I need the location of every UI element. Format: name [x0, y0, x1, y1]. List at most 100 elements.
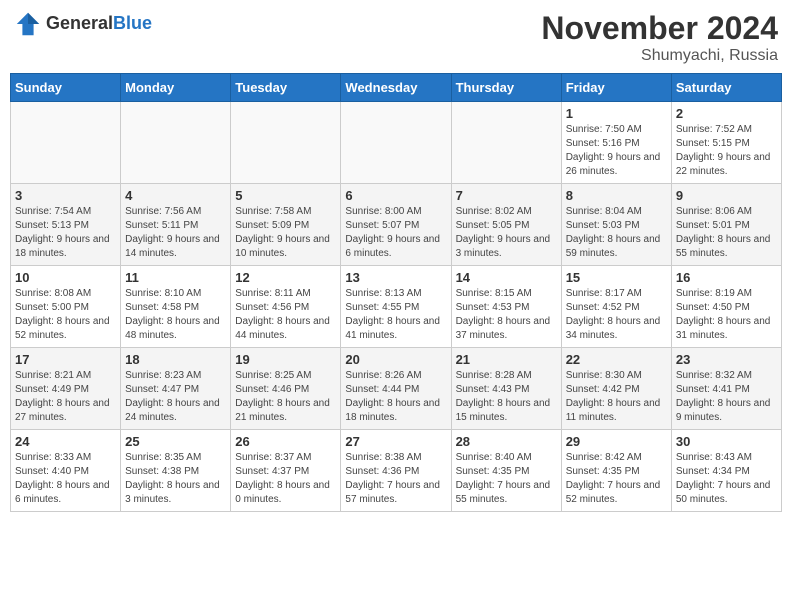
- day-info: Sunrise: 7:56 AM Sunset: 5:11 PM Dayligh…: [125, 205, 226, 261]
- day-info: Sunrise: 8:02 AM Sunset: 5:05 PM Dayligh…: [456, 205, 557, 261]
- logo-icon: [14, 10, 42, 38]
- calendar-cell: 10 Sunrise: 8:08 AM Sunset: 5:00 PM Dayli…: [11, 266, 121, 348]
- day-info: Sunrise: 8:13 AM Sunset: 4:55 PM Dayligh…: [345, 287, 446, 343]
- day-info: Sunrise: 8:28 AM Sunset: 4:43 PM Dayligh…: [456, 369, 557, 425]
- day-info: Sunrise: 8:21 AM Sunset: 4:49 PM Dayligh…: [15, 369, 116, 425]
- calendar-cell: 19 Sunrise: 8:25 AM Sunset: 4:46 PM Dayli…: [231, 348, 341, 430]
- calendar-cell: 18 Sunrise: 8:23 AM Sunset: 4:47 PM Dayli…: [121, 348, 231, 430]
- day-number: 27: [345, 434, 446, 449]
- day-number: 16: [676, 270, 777, 285]
- day-number: 23: [676, 352, 777, 367]
- day-number: 24: [15, 434, 116, 449]
- day-number: 12: [235, 270, 336, 285]
- calendar-header-saturday: Saturday: [671, 74, 781, 102]
- calendar-cell: 15 Sunrise: 8:17 AM Sunset: 4:52 PM Dayli…: [561, 266, 671, 348]
- calendar-table: SundayMondayTuesdayWednesdayThursdayFrid…: [10, 73, 782, 512]
- day-info: Sunrise: 8:43 AM Sunset: 4:34 PM Dayligh…: [676, 451, 777, 507]
- calendar-cell: 14Sunrise: 8:15 AM Sunset: 4:53 PM Dayli…: [451, 266, 561, 348]
- day-number: 21: [456, 352, 557, 367]
- day-info: Sunrise: 8:42 AM Sunset: 4:35 PM Dayligh…: [566, 451, 667, 507]
- day-info: Sunrise: 8:40 AM Sunset: 4:35 PM Dayligh…: [456, 451, 557, 507]
- day-number: 8: [566, 188, 667, 203]
- day-number: 7: [456, 188, 557, 203]
- day-number: 5: [235, 188, 336, 203]
- calendar-cell: 27 Sunrise: 8:38 AM Sunset: 4:36 PM Dayli…: [341, 430, 451, 512]
- day-number: 3: [15, 188, 116, 203]
- day-number: 13: [345, 270, 446, 285]
- calendar-cell: 30 Sunrise: 8:43 AM Sunset: 4:34 PM Dayli…: [671, 430, 781, 512]
- day-number: 11: [125, 270, 226, 285]
- calendar-cell: 9Sunrise: 8:06 AM Sunset: 5:01 PM Daylig…: [671, 184, 781, 266]
- calendar-cell: 5 Sunrise: 7:58 AM Sunset: 5:09 PM Daylig…: [231, 184, 341, 266]
- calendar-cell: 8Sunrise: 8:04 AM Sunset: 5:03 PM Daylig…: [561, 184, 671, 266]
- day-number: 9: [676, 188, 777, 203]
- day-number: 20: [345, 352, 446, 367]
- day-number: 15: [566, 270, 667, 285]
- calendar-week-row: 1 Sunrise: 7:50 AM Sunset: 5:16 PM Daylig…: [11, 102, 782, 184]
- calendar-week-row: 17 Sunrise: 8:21 AM Sunset: 4:49 PM Dayli…: [11, 348, 782, 430]
- calendar-cell: 23 Sunrise: 8:32 AM Sunset: 4:41 PM Dayli…: [671, 348, 781, 430]
- calendar-header-monday: Monday: [121, 74, 231, 102]
- day-number: 17: [15, 352, 116, 367]
- calendar-cell: [451, 102, 561, 184]
- logo: GeneralBlue: [14, 10, 152, 38]
- day-info: Sunrise: 8:15 AM Sunset: 4:53 PM Dayligh…: [456, 287, 557, 343]
- calendar-header-wednesday: Wednesday: [341, 74, 451, 102]
- calendar-cell: 17 Sunrise: 8:21 AM Sunset: 4:49 PM Dayli…: [11, 348, 121, 430]
- day-info: Sunrise: 8:19 AM Sunset: 4:50 PM Dayligh…: [676, 287, 777, 343]
- calendar-week-row: 10 Sunrise: 8:08 AM Sunset: 5:00 PM Dayli…: [11, 266, 782, 348]
- day-number: 6: [345, 188, 446, 203]
- day-number: 19: [235, 352, 336, 367]
- day-number: 26: [235, 434, 336, 449]
- calendar-cell: 21 Sunrise: 8:28 AM Sunset: 4:43 PM Dayli…: [451, 348, 561, 430]
- calendar-cell: 26 Sunrise: 8:37 AM Sunset: 4:37 PM Dayli…: [231, 430, 341, 512]
- day-number: 30: [676, 434, 777, 449]
- calendar-cell: 24Sunrise: 8:33 AM Sunset: 4:40 PM Dayli…: [11, 430, 121, 512]
- calendar-header-sunday: Sunday: [11, 74, 121, 102]
- day-number: 22: [566, 352, 667, 367]
- day-info: Sunrise: 8:26 AM Sunset: 4:44 PM Dayligh…: [345, 369, 446, 425]
- day-info: Sunrise: 8:11 AM Sunset: 4:56 PM Dayligh…: [235, 287, 336, 343]
- day-number: 29: [566, 434, 667, 449]
- day-number: 25: [125, 434, 226, 449]
- calendar-cell: 2Sunrise: 7:52 AM Sunset: 5:15 PM Daylig…: [671, 102, 781, 184]
- day-number: 2: [676, 106, 777, 121]
- day-info: Sunrise: 7:50 AM Sunset: 5:16 PM Dayligh…: [566, 123, 667, 179]
- calendar-cell: 3 Sunrise: 7:54 AM Sunset: 5:13 PM Daylig…: [11, 184, 121, 266]
- day-info: Sunrise: 8:38 AM Sunset: 4:36 PM Dayligh…: [345, 451, 446, 507]
- logo-general-text: GeneralBlue: [46, 14, 152, 34]
- day-info: Sunrise: 8:37 AM Sunset: 4:37 PM Dayligh…: [235, 451, 336, 507]
- day-number: 18: [125, 352, 226, 367]
- day-number: 10: [15, 270, 116, 285]
- day-info: Sunrise: 8:23 AM Sunset: 4:47 PM Dayligh…: [125, 369, 226, 425]
- day-info: Sunrise: 8:32 AM Sunset: 4:41 PM Dayligh…: [676, 369, 777, 425]
- calendar-header-row: SundayMondayTuesdayWednesdayThursdayFrid…: [11, 74, 782, 102]
- day-info: Sunrise: 8:08 AM Sunset: 5:00 PM Dayligh…: [15, 287, 116, 343]
- calendar-cell: 16 Sunrise: 8:19 AM Sunset: 4:50 PM Dayli…: [671, 266, 781, 348]
- calendar-cell: 20 Sunrise: 8:26 AM Sunset: 4:44 PM Dayli…: [341, 348, 451, 430]
- calendar-week-row: 24Sunrise: 8:33 AM Sunset: 4:40 PM Dayli…: [11, 430, 782, 512]
- day-info: Sunrise: 8:35 AM Sunset: 4:38 PM Dayligh…: [125, 451, 226, 507]
- day-info: Sunrise: 8:17 AM Sunset: 4:52 PM Dayligh…: [566, 287, 667, 343]
- page-header: GeneralBlue November 2024 Shumyachi, Rus…: [10, 10, 782, 65]
- day-info: Sunrise: 8:25 AM Sunset: 4:46 PM Dayligh…: [235, 369, 336, 425]
- calendar-cell: [231, 102, 341, 184]
- calendar-cell: 12 Sunrise: 8:11 AM Sunset: 4:56 PM Dayli…: [231, 266, 341, 348]
- day-info: Sunrise: 8:00 AM Sunset: 5:07 PM Dayligh…: [345, 205, 446, 261]
- month-title: November 2024: [541, 10, 778, 47]
- day-info: Sunrise: 7:58 AM Sunset: 5:09 PM Dayligh…: [235, 205, 336, 261]
- calendar-cell: 29 Sunrise: 8:42 AM Sunset: 4:35 PM Dayli…: [561, 430, 671, 512]
- title-block: November 2024 Shumyachi, Russia: [541, 10, 778, 65]
- calendar-cell: 22 Sunrise: 8:30 AM Sunset: 4:42 PM Dayli…: [561, 348, 671, 430]
- calendar-cell: 25 Sunrise: 8:35 AM Sunset: 4:38 PM Dayli…: [121, 430, 231, 512]
- calendar-header-thursday: Thursday: [451, 74, 561, 102]
- calendar-cell: [121, 102, 231, 184]
- day-number: 4: [125, 188, 226, 203]
- calendar-header-friday: Friday: [561, 74, 671, 102]
- calendar-cell: 13 Sunrise: 8:13 AM Sunset: 4:55 PM Dayli…: [341, 266, 451, 348]
- day-number: 1: [566, 106, 667, 121]
- calendar-cell: 7 Sunrise: 8:02 AM Sunset: 5:05 PM Daylig…: [451, 184, 561, 266]
- day-info: Sunrise: 8:30 AM Sunset: 4:42 PM Dayligh…: [566, 369, 667, 425]
- day-info: Sunrise: 7:54 AM Sunset: 5:13 PM Dayligh…: [15, 205, 116, 261]
- calendar-header-tuesday: Tuesday: [231, 74, 341, 102]
